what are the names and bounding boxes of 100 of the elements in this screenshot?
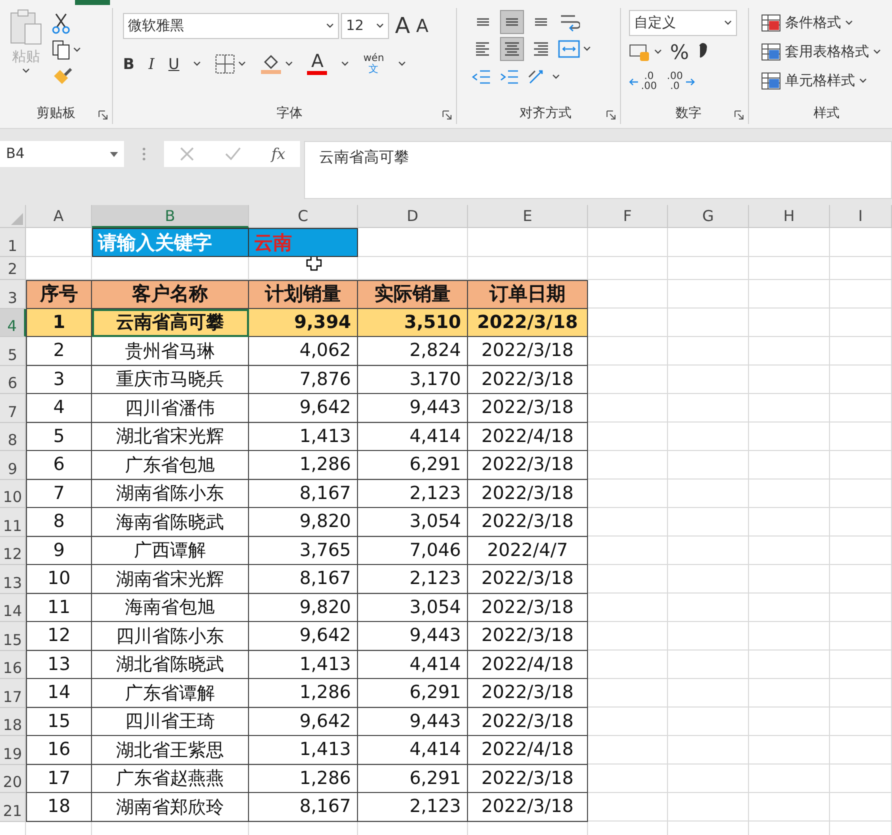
dropdown-caret-icon[interactable] (873, 48, 881, 54)
grow-font-button[interactable]: A (395, 14, 410, 38)
column-header[interactable]: G (668, 205, 749, 228)
comma-style-icon[interactable] (697, 43, 708, 61)
dialog-launcher-icon[interactable] (734, 110, 744, 120)
dropdown-caret-icon[interactable] (110, 152, 118, 156)
phonetic-button[interactable]: wén 文 (363, 53, 384, 75)
dropdown-caret-icon[interactable] (583, 46, 591, 52)
styles-menu-button[interactable]: 套用表格格式 (761, 37, 892, 66)
column-heading: 实际销量 (358, 280, 468, 308)
italic-button[interactable]: I (148, 55, 154, 73)
column-header[interactable]: C (249, 205, 358, 228)
align-center-button[interactable] (500, 37, 524, 61)
row-header[interactable]: 3 (0, 280, 26, 308)
group-label: 剪贴板 (36, 105, 76, 123)
insert-function-button[interactable]: fx (271, 145, 286, 163)
dialog-launcher-icon[interactable] (606, 110, 616, 120)
underline-button[interactable]: U (168, 55, 180, 73)
number-format-field[interactable]: 自定义 (629, 10, 737, 36)
column-heading: 订单日期 (468, 280, 588, 308)
table-cell: 广东省赵燕燕 (92, 764, 249, 793)
table-cell: 2022/3/18 (468, 508, 588, 536)
table-cell: 2022/3/18 (468, 451, 588, 480)
row-header[interactable]: 10 (0, 480, 26, 508)
accounting-format-button[interactable] (629, 42, 662, 62)
dropdown-caret-icon[interactable] (326, 23, 334, 29)
dropdown-caret-icon[interactable] (193, 61, 202, 67)
drag-handle-icon[interactable] (142, 147, 146, 161)
dialog-launcher-icon[interactable] (442, 110, 452, 120)
row-header[interactable]: 14 (0, 594, 26, 622)
dialog-launcher-icon[interactable] (98, 110, 108, 120)
table-cell: 2022/4/18 (468, 422, 588, 451)
bold-button[interactable]: B (123, 55, 134, 73)
row-header[interactable]: 1 (0, 228, 26, 257)
row-header[interactable]: 19 (0, 736, 26, 764)
right-arrow-icon (686, 78, 695, 86)
table-style-icon (761, 42, 781, 60)
row-header[interactable]: 16 (0, 650, 26, 679)
row-header[interactable]: 13 (0, 565, 26, 594)
row-header[interactable]: 4 (0, 308, 26, 337)
shrink-font-button[interactable]: A (416, 16, 428, 36)
row-header[interactable]: 5 (0, 337, 26, 366)
table-cell: 湖北省王紫思 (92, 736, 249, 764)
row-header[interactable]: 12 (0, 536, 26, 565)
row-header[interactable]: 18 (0, 708, 26, 736)
increase-indent-icon[interactable] (499, 68, 519, 86)
column-header[interactable]: I (830, 205, 892, 228)
row-header[interactable]: 9 (0, 451, 26, 480)
table-cell: 9,642 (249, 394, 358, 422)
row-header[interactable]: 17 (0, 679, 26, 708)
column-header[interactable]: F (588, 205, 668, 228)
borders-button[interactable] (215, 54, 246, 74)
dropdown-caret-icon[interactable] (552, 74, 560, 80)
copy-button[interactable] (52, 40, 81, 60)
dropdown-caret-icon[interactable] (22, 68, 30, 74)
table-cell: 9,394 (249, 308, 358, 337)
row-header[interactable]: 2 (0, 257, 26, 280)
row-header[interactable]: 7 (0, 394, 26, 422)
font-size-field[interactable]: 12 (341, 13, 389, 39)
check-icon[interactable] (224, 146, 242, 162)
dropdown-caret-icon[interactable] (398, 61, 406, 67)
table-cell: 2022/3/18 (468, 764, 588, 793)
fill-color-button[interactable] (260, 53, 294, 75)
column-header[interactable]: B (92, 205, 249, 228)
dropdown-caret-icon[interactable] (845, 20, 853, 26)
column-header[interactable]: D (358, 205, 468, 228)
row-header[interactable]: 15 (0, 622, 26, 650)
format-painter-icon[interactable] (52, 66, 74, 86)
font-name-field[interactable]: 微软雅黑 (123, 13, 339, 39)
percent-button[interactable]: % (670, 40, 690, 64)
align-middle-button[interactable] (500, 10, 524, 34)
table-cell: 2,123 (358, 480, 468, 508)
row-header[interactable]: 8 (0, 422, 26, 451)
dropdown-caret-icon[interactable] (341, 61, 350, 67)
column-header[interactable]: H (749, 205, 830, 228)
styles-menu-button[interactable]: 条件格式 (761, 8, 892, 37)
increase-decimal-button[interactable]: .00 .0 (666, 72, 695, 92)
column-header[interactable]: A (26, 205, 92, 228)
font-color-button[interactable]: A (307, 53, 328, 75)
dropdown-caret-icon[interactable] (376, 23, 384, 29)
table-cell: 3,054 (358, 508, 468, 536)
row-header[interactable]: 11 (0, 508, 26, 536)
decrease-decimal-button[interactable]: .0 .00 (629, 72, 657, 92)
name-box[interactable]: B4 (0, 141, 124, 167)
dropdown-caret-icon[interactable] (238, 61, 246, 67)
table-cell: 8,167 (249, 793, 358, 822)
row-header[interactable]: 20 (0, 764, 26, 793)
dropdown-caret-icon[interactable] (724, 20, 732, 26)
dropdown-caret-icon[interactable] (73, 47, 81, 53)
row-header[interactable]: 6 (0, 366, 26, 394)
column-header[interactable]: E (468, 205, 588, 228)
table-cell: 四川省王琦 (92, 708, 249, 736)
dropdown-caret-icon[interactable] (859, 78, 867, 84)
styles-menu-button[interactable]: 单元格样式 (761, 66, 892, 95)
dropdown-caret-icon[interactable] (285, 61, 294, 67)
decrease-indent-icon[interactable] (471, 68, 491, 86)
dropdown-caret-icon[interactable] (654, 49, 662, 55)
row-header[interactable]: 21 (0, 793, 26, 822)
scissors-icon[interactable] (52, 12, 70, 34)
formula-input[interactable]: 云南省高可攀 (304, 141, 892, 199)
